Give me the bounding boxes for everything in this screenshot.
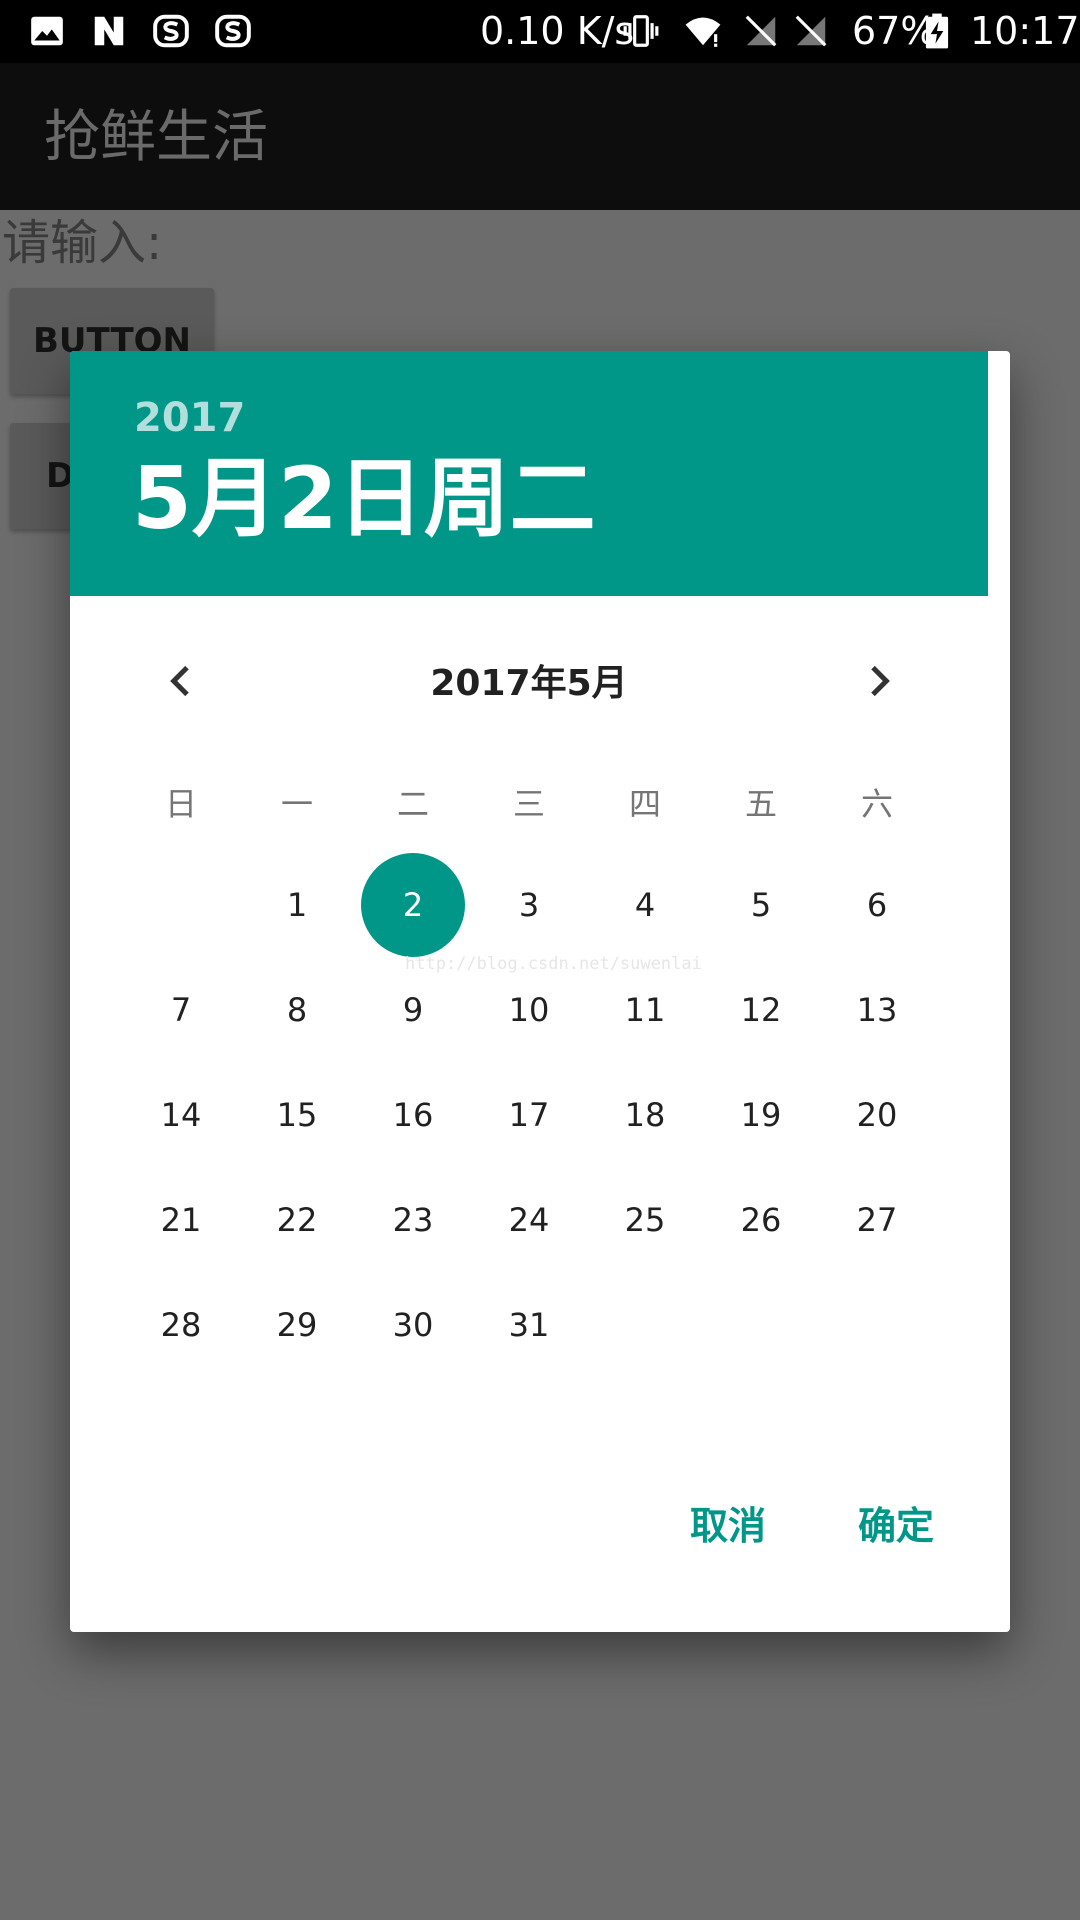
calendar-day[interactable]: 21 — [129, 1168, 233, 1272]
calendar-day[interactable]: 8 — [245, 958, 349, 1062]
calendar-day[interactable]: 14 — [129, 1063, 233, 1167]
status-bar: 0.10 K/s 67% 10:17 — [0, 0, 1080, 63]
selected-year[interactable]: 2017 — [134, 393, 245, 443]
wifi-icon — [685, 17, 721, 47]
calendar-day[interactable]: 18 — [593, 1063, 697, 1167]
calendar-day[interactable]: 27 — [825, 1168, 929, 1272]
calendar-day[interactable]: 19 — [709, 1063, 813, 1167]
calendar-day[interactable]: 25 — [593, 1168, 697, 1272]
calendar-day[interactable]: 7 — [129, 958, 233, 1062]
watermark: http://blog.csdn.net/suwenlai — [405, 954, 702, 974]
selected-date[interactable]: 5月2日周二 — [132, 449, 596, 549]
weekday-label: 二 — [396, 785, 429, 823]
app-bar: 抢鲜生活 — [0, 63, 1080, 210]
calendar-day-selected[interactable]: 2 — [361, 853, 465, 957]
calendar-day[interactable]: 3 — [477, 853, 581, 957]
calendar-day[interactable]: 26 — [709, 1168, 813, 1272]
clock: 10:17 — [970, 9, 1080, 53]
app-title: 抢鲜生活 — [44, 105, 268, 170]
weekday-label: 一 — [280, 785, 313, 823]
chevron-right-icon — [871, 665, 890, 697]
calendar-day[interactable]: 30 — [361, 1273, 465, 1377]
calendar-day[interactable]: 13 — [825, 958, 929, 1062]
calendar-day[interactable]: 15 — [245, 1063, 349, 1167]
input-prompt-label: 请输入: — [2, 215, 163, 271]
calendar-day[interactable]: 1 — [245, 853, 349, 957]
weekday-label: 五 — [744, 785, 777, 823]
weekday-label: 六 — [860, 785, 893, 823]
cancel-button[interactable]: 取消 — [690, 1501, 766, 1551]
no-signal-icon — [745, 15, 777, 47]
calendar-day[interactable]: 24 — [477, 1168, 581, 1272]
ok-button[interactable]: 确定 — [858, 1501, 934, 1551]
calendar-day[interactable]: 4 — [593, 853, 697, 957]
network-speed: 0.10 K/s — [480, 9, 635, 53]
calendar-day[interactable]: 12 — [709, 958, 813, 1062]
date-picker-header: 2017 5月2日周二 — [70, 351, 988, 596]
calendar-day[interactable]: 31 — [477, 1273, 581, 1377]
no-signal-icon-2 — [795, 15, 827, 47]
calendar-day[interactable]: 28 — [129, 1273, 233, 1377]
date-picker-dialog: 2017 5月2日周二 2017年5月 日一二三四五六 1 2 3 4 5 6 7 8 9 10 1… — [70, 351, 1010, 1632]
calendar-day[interactable]: 22 — [245, 1168, 349, 1272]
weekday-label: 三 — [512, 785, 545, 823]
weekday-label: 四 — [628, 785, 661, 823]
calendar-day[interactable]: 16 — [361, 1063, 465, 1167]
image-notification-icon — [31, 16, 63, 46]
battery-charging-icon — [925, 13, 949, 49]
calendar-day[interactable]: 6 — [825, 853, 929, 957]
next-month-button[interactable] — [848, 651, 908, 711]
s-app-notification-icon — [153, 14, 189, 48]
calendar-day[interactable]: 23 — [361, 1168, 465, 1272]
s-app-notification-icon-2 — [215, 14, 251, 48]
calendar-day[interactable]: 29 — [245, 1273, 349, 1377]
weekday-label: 日 — [164, 785, 197, 823]
calendar-day[interactable]: 20 — [825, 1063, 929, 1167]
n-notification-icon — [94, 16, 124, 46]
vibrate-icon — [623, 15, 659, 47]
calendar-day[interactable]: 17 — [477, 1063, 581, 1167]
calendar-day[interactable]: 5 — [709, 853, 813, 957]
